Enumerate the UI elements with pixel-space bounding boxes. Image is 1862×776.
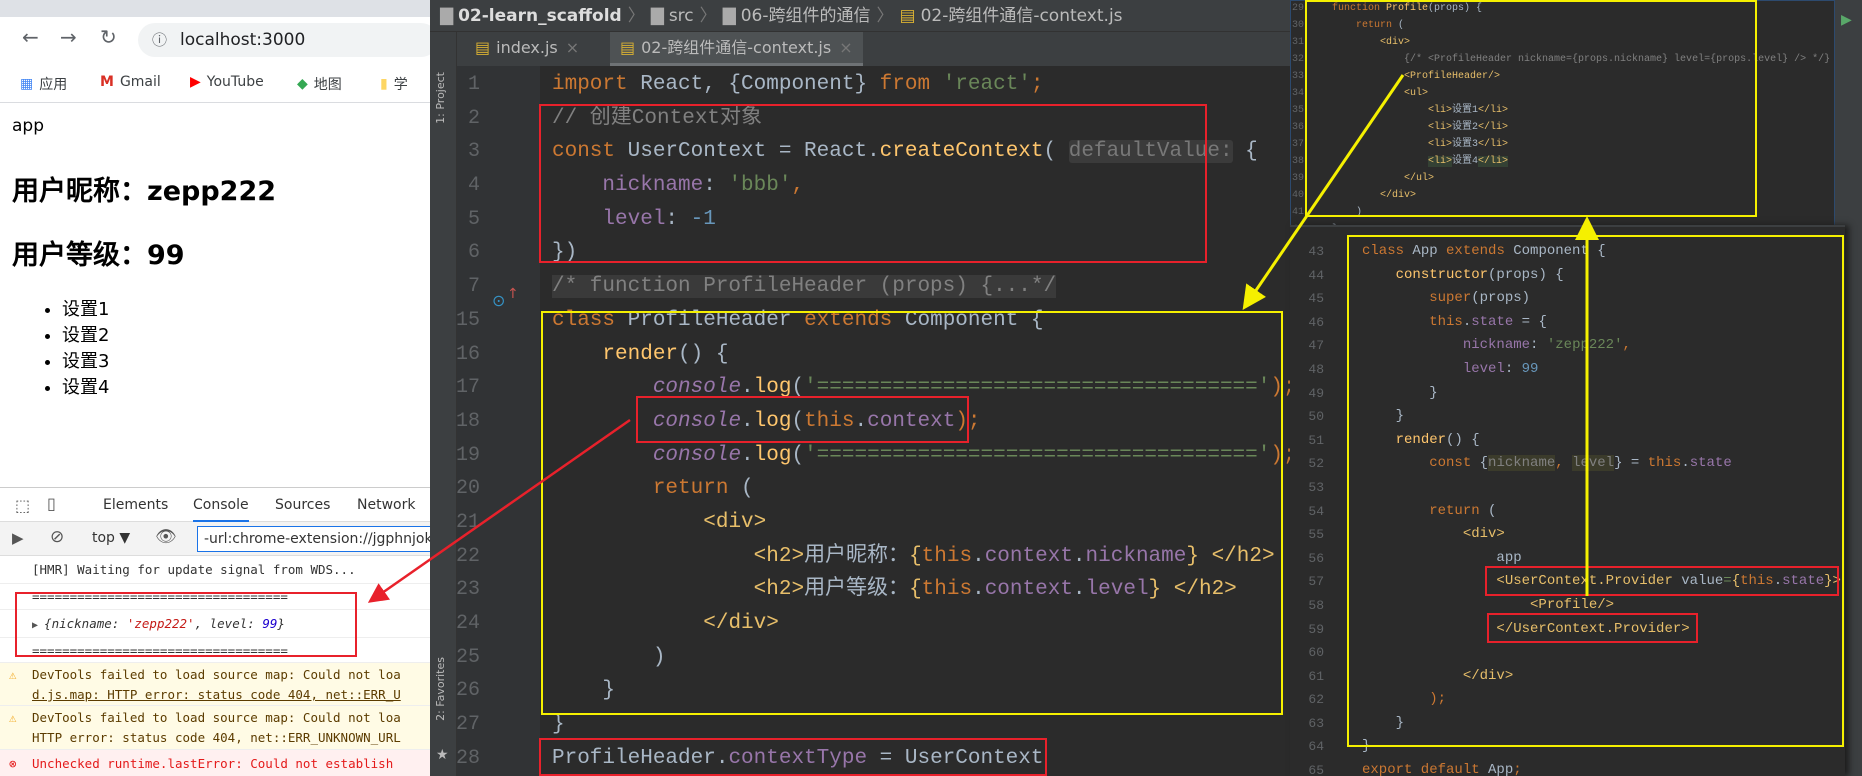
annotation-arrows — [367, 74, 1599, 603]
red-arrow-console — [367, 418, 631, 603]
yellow-arrow-profileheader — [1242, 74, 1405, 310]
